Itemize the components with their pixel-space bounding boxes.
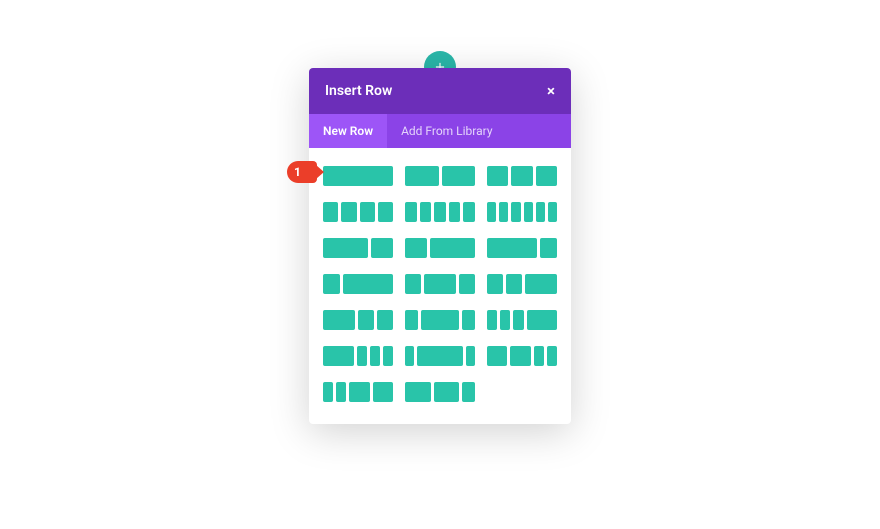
column-block — [323, 166, 393, 186]
insert-row-modal: 1 Insert Row × New Row Add From Library — [309, 68, 571, 424]
row-layout-option[interactable] — [323, 310, 393, 330]
column-block — [405, 202, 417, 222]
layout-grid — [309, 148, 571, 424]
column-block — [510, 346, 530, 366]
column-block — [405, 346, 414, 366]
column-block — [487, 310, 497, 330]
column-block — [434, 382, 460, 402]
row-layout-option[interactable] — [487, 310, 557, 330]
column-block — [378, 202, 393, 222]
column-block — [548, 202, 557, 222]
callout-label: 1 — [294, 165, 301, 179]
column-block — [405, 238, 427, 258]
column-block — [343, 274, 393, 294]
column-block — [383, 346, 393, 366]
row-layout-option[interactable] — [405, 238, 475, 258]
row-layout-option[interactable] — [405, 346, 475, 366]
row-layout-option[interactable] — [323, 238, 393, 258]
column-block — [462, 310, 475, 330]
column-block — [511, 166, 532, 186]
column-block — [499, 202, 508, 222]
row-layout-option[interactable] — [487, 202, 557, 222]
column-block — [506, 274, 522, 294]
tab-add-from-library[interactable]: Add From Library — [387, 114, 506, 148]
row-layout-option[interactable] — [487, 166, 557, 186]
row-layout-option[interactable] — [405, 202, 475, 222]
modal-tabs: New Row Add From Library — [309, 114, 571, 148]
row-layout-option[interactable] — [405, 382, 475, 402]
column-block — [373, 382, 393, 402]
column-block — [370, 346, 380, 366]
column-block — [459, 274, 475, 294]
column-block — [323, 382, 333, 402]
column-block — [430, 238, 475, 258]
row-layout-option[interactable] — [405, 166, 475, 186]
row-layout-option[interactable] — [487, 238, 557, 258]
column-block — [487, 346, 507, 366]
column-block — [323, 346, 354, 366]
column-block — [525, 274, 557, 294]
column-block — [323, 202, 338, 222]
row-layout-option[interactable] — [323, 346, 393, 366]
row-layout-option[interactable] — [405, 274, 475, 294]
column-block — [417, 346, 463, 366]
column-block — [463, 202, 475, 222]
column-block — [466, 346, 475, 366]
close-icon[interactable]: × — [547, 82, 555, 100]
column-block — [424, 274, 456, 294]
column-block — [323, 274, 340, 294]
column-block — [421, 310, 459, 330]
column-block — [336, 382, 346, 402]
column-block — [405, 310, 418, 330]
row-layout-option[interactable] — [323, 166, 393, 186]
column-block — [487, 166, 508, 186]
column-block — [371, 238, 393, 258]
column-block — [527, 310, 558, 330]
column-block — [487, 238, 537, 258]
column-block — [323, 310, 355, 330]
tab-new-row[interactable]: New Row — [309, 114, 387, 148]
callout-marker: 1 — [287, 160, 321, 184]
column-block — [405, 274, 421, 294]
column-block — [540, 238, 557, 258]
column-block — [500, 310, 510, 330]
column-block — [442, 166, 476, 186]
column-block — [349, 382, 369, 402]
column-block — [341, 202, 356, 222]
column-block — [449, 202, 461, 222]
modal-title: Insert Row — [325, 83, 392, 99]
column-block — [357, 346, 367, 366]
column-block — [358, 310, 374, 330]
column-block — [405, 382, 431, 402]
column-block — [547, 346, 557, 366]
column-block — [513, 310, 523, 330]
column-block — [536, 166, 557, 186]
column-block — [511, 202, 520, 222]
column-block — [377, 310, 393, 330]
column-block — [462, 382, 475, 402]
column-block — [487, 274, 503, 294]
column-block — [534, 346, 544, 366]
column-block — [487, 202, 496, 222]
column-block — [434, 202, 446, 222]
column-block — [360, 202, 375, 222]
row-layout-option[interactable] — [405, 310, 475, 330]
column-block — [420, 202, 432, 222]
row-layout-option[interactable] — [323, 382, 393, 402]
modal-header: Insert Row × — [309, 68, 571, 114]
column-block — [536, 202, 545, 222]
row-layout-option[interactable] — [487, 274, 557, 294]
column-block — [524, 202, 533, 222]
column-block — [405, 166, 439, 186]
row-layout-option[interactable] — [487, 346, 557, 366]
row-layout-option[interactable] — [323, 202, 393, 222]
row-layout-option[interactable] — [323, 274, 393, 294]
column-block — [323, 238, 368, 258]
